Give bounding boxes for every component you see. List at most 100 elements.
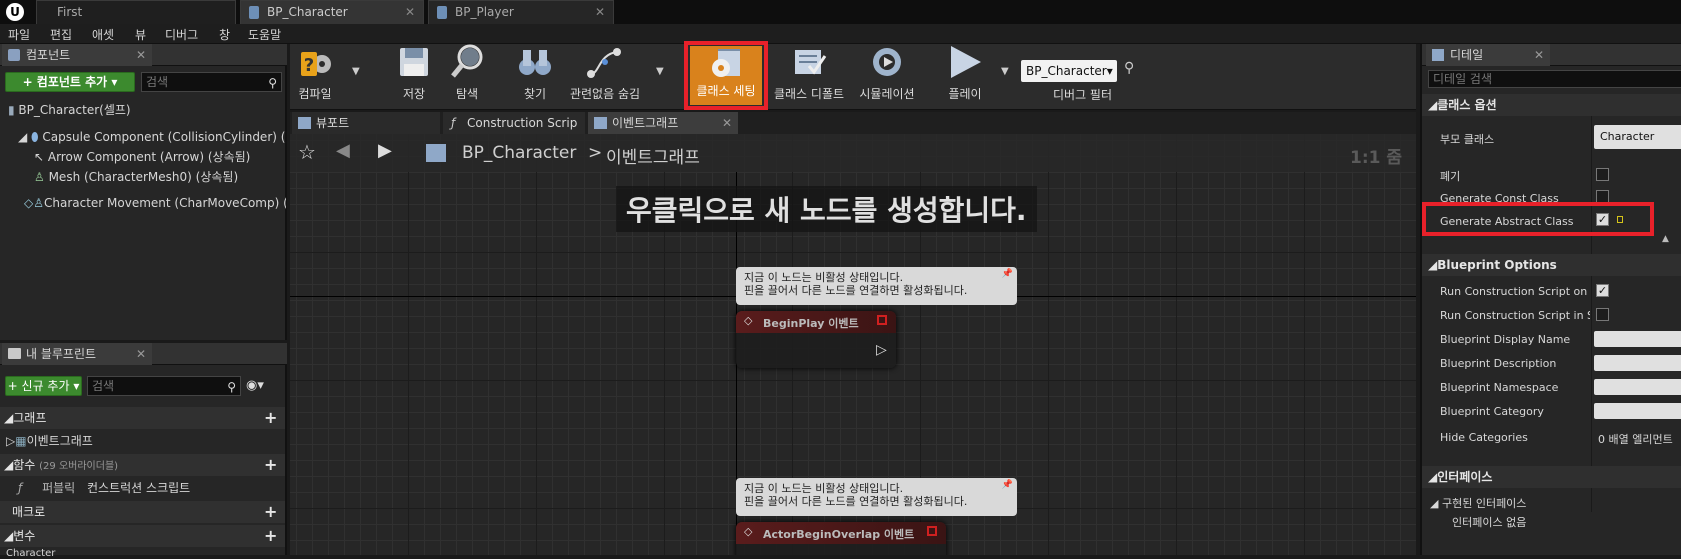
compile-icon: ? xyxy=(301,52,331,76)
tab-label: 디테일 xyxy=(1450,48,1484,62)
forward-arrow-icon[interactable]: ▶ xyxy=(378,140,392,161)
delegate-pin-icon[interactable] xyxy=(927,526,937,536)
implemented-interfaces-label[interactable]: ◢ 구현된 인터페이스 xyxy=(1430,495,1526,511)
section-blueprint-options[interactable]: ◢Blueprint Options xyxy=(1422,254,1681,276)
close-icon[interactable]: ✕ xyxy=(405,1,415,23)
run-cs-seq-checkbox[interactable] xyxy=(1596,308,1609,321)
tree-item-character-movement[interactable]: ◇♙Character Movement (CharMoveComp) (상속 xyxy=(24,194,286,211)
section-variables[interactable]: ◢변수 + xyxy=(0,525,285,547)
close-icon[interactable]: ✕ xyxy=(722,112,732,134)
parent-class-select[interactable]: Character xyxy=(1594,125,1681,149)
play-label: 플레이 xyxy=(948,87,982,101)
compile-button[interactable]: ? 컴파일 xyxy=(292,42,338,102)
add-macro-plus-icon[interactable]: + xyxy=(264,501,277,523)
close-icon[interactable]: ✕ xyxy=(136,44,146,66)
function-item-construction-script[interactable]: ƒ 퍼블릭 컨스트럭션 스크립트 xyxy=(18,479,190,496)
hide-unrelated-dropdown-icon[interactable]: ▼ xyxy=(656,66,664,77)
node-begin-play[interactable]: ◇ BeginPlay 이벤트 ▷ xyxy=(736,311,896,368)
exec-pin-icon[interactable]: ▷ xyxy=(876,342,887,358)
add-new-button[interactable]: + 신규 추가 ▾ xyxy=(5,376,82,396)
run-cs-drag-checkbox[interactable]: ✓ xyxy=(1596,284,1609,297)
simulation-button[interactable]: 시뮬레이션 xyxy=(852,42,922,102)
expand-arrow-icon: ◢ xyxy=(4,411,14,425)
section-class-options[interactable]: ◢클래스 옵션 xyxy=(1422,94,1681,116)
compile-options-dropdown-icon[interactable]: ▼ xyxy=(352,66,360,77)
tab-bp-character[interactable]: BP_Character ✕ xyxy=(240,0,424,24)
class-settings-label: 클래스 세팅 xyxy=(696,84,756,98)
section-macros[interactable]: 매크로 + xyxy=(0,501,285,523)
tab-first[interactable]: First xyxy=(36,0,236,24)
graph-canvas[interactable]: ☆ ◀ ▶ BP_Character > 이벤트그래프 1:1 줌 우클릭으로 … xyxy=(290,134,1416,555)
my-blueprint-panel: 내 블루프린트 ✕ + 신규 추가 ▾ 검색 ⚲ ◉▾ ◢그래프 + ▷▦이벤트… xyxy=(0,343,287,559)
deprecate-checkbox[interactable] xyxy=(1596,168,1609,181)
menu-asset[interactable]: 애셋 xyxy=(92,26,114,43)
find-button[interactable]: 찾기 xyxy=(510,42,560,102)
delegate-pin-icon[interactable] xyxy=(877,315,887,325)
menu-window[interactable]: 창 xyxy=(219,26,230,43)
breadcrumb-root[interactable]: BP_Character xyxy=(462,143,576,163)
tree-item-capsule[interactable]: ◢ ⬮ Capsule Component (CollisionCylinder… xyxy=(18,128,286,145)
menu-view[interactable]: 뷰 xyxy=(135,26,146,43)
favorite-star-icon[interactable]: ☆ xyxy=(298,140,316,164)
add-component-button[interactable]: + 컴포넌트 추가 ▾ xyxy=(5,72,135,92)
category-input[interactable] xyxy=(1594,403,1681,419)
play-button[interactable]: 플레이 xyxy=(940,42,990,102)
run-cs-seq-label: Run Construction Script in Seq xyxy=(1440,309,1590,322)
debug-search-icon[interactable]: ⚲ xyxy=(1124,60,1134,76)
graph-item-event-graph[interactable]: ▷▦이벤트그래프 xyxy=(6,432,93,449)
tab-details[interactable]: 디테일 ✕ xyxy=(1426,44,1550,66)
save-button[interactable]: 저장 xyxy=(392,42,436,102)
pin-icon[interactable]: 📌 xyxy=(1002,479,1013,492)
tree-item-arrow[interactable]: ↖ Arrow Component (Arrow) (상속됨) xyxy=(34,148,250,165)
debug-filter-label: 디버그 필터 xyxy=(1053,88,1113,102)
variable-category-character[interactable]: Character xyxy=(6,548,55,559)
section-functions[interactable]: ◢함수 (29 오버라이더블) + xyxy=(0,454,285,476)
back-arrow-icon[interactable]: ◀ xyxy=(336,140,350,161)
close-icon[interactable]: ✕ xyxy=(136,343,146,365)
collapse-arrow-icon[interactable]: ▲ xyxy=(1662,234,1669,244)
section-graph[interactable]: ◢그래프 + xyxy=(0,407,285,429)
close-icon[interactable]: ✕ xyxy=(595,1,605,23)
save-label: 저장 xyxy=(402,87,426,101)
debug-object-select[interactable]: BP_Character▾ xyxy=(1021,60,1117,82)
add-function-plus-icon[interactable]: + xyxy=(264,454,277,476)
tab-event-graph[interactable]: 이벤트그래프 ✕ xyxy=(588,112,738,134)
binoculars-icon xyxy=(519,50,551,75)
tab-bp-player[interactable]: BP_Player ✕ xyxy=(428,0,614,24)
class-defaults-button[interactable]: 클래스 디폴트 xyxy=(770,42,848,102)
node-actor-begin-overlap[interactable]: ◇ ActorBeginOverlap 이벤트 xyxy=(736,522,946,555)
close-icon[interactable]: ✕ xyxy=(1534,44,1544,66)
blueprint-search-input[interactable]: 검색 ⚲ xyxy=(87,376,241,396)
play-options-dropdown-icon[interactable]: ▼ xyxy=(1001,66,1009,77)
details-header: 디테일 ✕ xyxy=(1422,44,1681,66)
browse-button[interactable]: 탐색 xyxy=(442,42,492,102)
engine-logo[interactable]: U xyxy=(6,3,24,21)
tree-item-mesh[interactable]: ♙ Mesh (CharacterMesh0) (상속됨) xyxy=(34,168,238,185)
display-name-label: Blueprint Display Name xyxy=(1440,333,1571,346)
namespace-input[interactable] xyxy=(1594,379,1681,395)
menu-debug[interactable]: 디버그 xyxy=(165,26,198,43)
tab-components[interactable]: 컴포넌트 ✕ xyxy=(2,44,152,66)
reset-to-default-icon[interactable] xyxy=(1617,216,1623,223)
component-search-input[interactable]: 검색 ⚲ xyxy=(141,72,282,92)
generate-abstract-checkbox[interactable]: ✓ xyxy=(1596,213,1609,226)
class-settings-button[interactable]: 클래스 세팅 xyxy=(690,46,762,105)
add-graph-plus-icon[interactable]: + xyxy=(264,407,277,429)
display-name-input[interactable] xyxy=(1594,331,1681,347)
add-variable-plus-icon[interactable]: + xyxy=(264,525,277,547)
details-search-input[interactable]: 디테일 검색 xyxy=(1428,70,1681,88)
section-interfaces[interactable]: ◢인터페이스 xyxy=(1422,466,1681,488)
tab-viewport[interactable]: 뷰포트 xyxy=(292,112,440,134)
tab-construction-script[interactable]: ƒ Construction Scrip xyxy=(443,112,585,134)
search-icon: ⚲ xyxy=(227,380,236,394)
tree-root[interactable]: ▮ BP_Character(셀프) xyxy=(8,101,131,118)
menu-file[interactable]: 파일 xyxy=(8,26,30,43)
tab-my-blueprint[interactable]: 내 블루프린트 ✕ xyxy=(2,343,152,365)
hide-unrelated-button[interactable]: 관련없음 숨김 xyxy=(566,42,644,102)
menu-help[interactable]: 도움말 xyxy=(248,26,281,43)
pin-icon[interactable]: 📌 xyxy=(1002,268,1013,281)
description-input[interactable] xyxy=(1594,355,1681,371)
view-options-eye-icon[interactable]: ◉▾ xyxy=(246,378,264,393)
magnifier-icon xyxy=(451,44,483,78)
menu-edit[interactable]: 편집 xyxy=(50,26,72,43)
